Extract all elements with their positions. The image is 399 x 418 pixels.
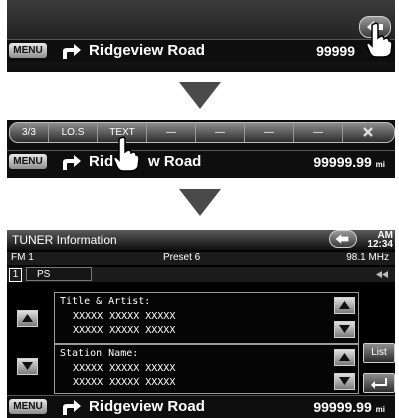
title-artist-line-2: XXXXX XXXXX XXXXX bbox=[73, 325, 176, 336]
road-name-part2: w Road bbox=[148, 153, 202, 170]
title-scroll-down-button[interactable] bbox=[334, 321, 355, 338]
function-bar: 3/3 LO.S TEXT — — — — bbox=[9, 122, 395, 143]
road-name: Ridgeview Road bbox=[89, 42, 205, 59]
close-x-icon[interactable] bbox=[343, 123, 393, 142]
road-name-part1: Rid bbox=[89, 153, 114, 170]
title-artist-line-1: XXXXX XXXXX XXXXX bbox=[73, 311, 176, 322]
turn-right-icon bbox=[63, 44, 81, 59]
blank-button-2[interactable]: — bbox=[196, 123, 245, 142]
title-bar: TUNER Information AM 12:34 bbox=[7, 230, 395, 250]
title-scroll-up-button[interactable] bbox=[334, 297, 355, 314]
station-scroll-down-button[interactable] bbox=[334, 373, 355, 390]
menu-button[interactable]: MENU bbox=[9, 399, 47, 414]
blank-button-1[interactable]: — bbox=[147, 123, 196, 142]
nav-bar: MENU Ridgeview Road 99999.99 mi bbox=[7, 395, 395, 418]
station-name-label: Station Name: bbox=[60, 348, 139, 359]
nav-bar: MENU Ridgeview Road 99999 bbox=[7, 39, 395, 62]
distance: 99999 bbox=[316, 43, 355, 59]
step1-panel: MENU Ridgeview Road 99999 bbox=[7, 0, 395, 72]
return-button[interactable] bbox=[363, 373, 395, 393]
screen-title: TUNER Information bbox=[12, 233, 117, 247]
ps-field: PS bbox=[26, 267, 92, 281]
list-button[interactable]: List bbox=[363, 343, 395, 363]
frequency-label: 98.1 MHz bbox=[346, 252, 389, 263]
title-artist-box: Title & Artist: XXXXX XXXXX XXXXX XXXXX … bbox=[54, 292, 359, 344]
los-button[interactable]: LO.S bbox=[49, 123, 98, 142]
station-line-2: XXXXX XXXXX XXXXX bbox=[73, 377, 176, 388]
menu-button[interactable]: MENU bbox=[9, 43, 47, 58]
clock: AM 12:34 bbox=[367, 230, 393, 250]
page-indicator: 3/3 bbox=[10, 123, 49, 142]
blank-button-4[interactable]: — bbox=[294, 123, 343, 142]
arrow-down-1 bbox=[179, 82, 221, 109]
road-name: Ridgeview Road bbox=[89, 398, 205, 415]
nav-bar: MENU Rid w Road 99999.99 mi bbox=[7, 150, 395, 173]
return-arrow-icon bbox=[371, 378, 387, 389]
turn-right-icon bbox=[63, 155, 81, 170]
arrow-down-2 bbox=[179, 189, 221, 216]
title-artist-label: Title & Artist: bbox=[60, 296, 151, 307]
back-arrow-icon[interactable] bbox=[329, 230, 357, 248]
status-bar: FM 1 Preset 6 98.1 MHz bbox=[7, 252, 395, 265]
band-label: FM 1 bbox=[11, 252, 34, 263]
preset-label: Preset 6 bbox=[163, 252, 201, 263]
distance: 99999.99 mi bbox=[313, 399, 385, 415]
scroll-up-button[interactable] bbox=[17, 310, 38, 327]
station-line-1: XXXXX XXXXX XXXXX bbox=[73, 363, 176, 374]
tuner-information-screen: TUNER Information AM 12:34 FM 1 Preset 6 … bbox=[7, 230, 395, 418]
pointing-hand-icon bbox=[113, 136, 140, 172]
menu-button[interactable]: MENU bbox=[9, 154, 47, 169]
blank-button-3[interactable]: — bbox=[245, 123, 294, 142]
station-name-box: Station Name: XXXXX XXXXX XXXXX XXXXX XX… bbox=[54, 344, 359, 394]
scroll-down-button[interactable] bbox=[17, 358, 38, 375]
ps-row: 1 PS bbox=[7, 267, 395, 282]
distance: 99999.99 mi bbox=[313, 154, 385, 170]
station-scroll-up-button[interactable] bbox=[334, 349, 355, 366]
step2-panel: 3/3 LO.S TEXT — — — — MENU Rid w Road 99… bbox=[7, 120, 395, 178]
turn-right-icon bbox=[63, 400, 81, 415]
slot-number: 1 bbox=[9, 268, 22, 282]
pointing-hand-icon bbox=[366, 22, 393, 58]
rewind-icon[interactable] bbox=[375, 271, 389, 278]
